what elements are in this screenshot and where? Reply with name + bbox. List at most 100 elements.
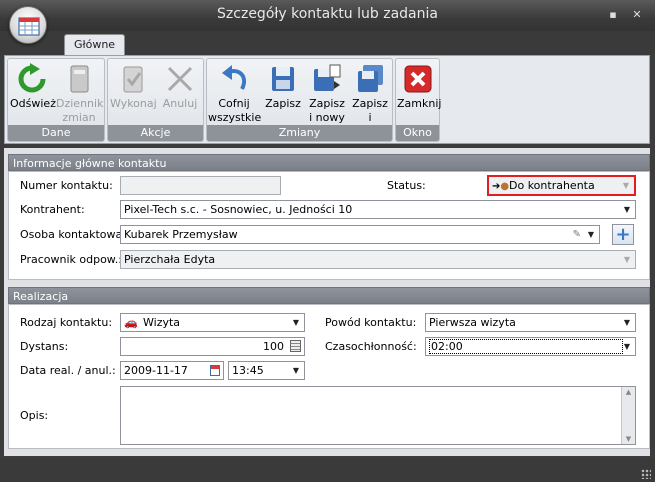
group-dane: Odśwież Dziennik zmian Dane xyxy=(7,58,105,142)
window-title: Szczegóły kontaktu lub zadania xyxy=(217,6,438,22)
save-button[interactable]: Zapisz xyxy=(263,63,303,127)
resize-grip-icon[interactable] xyxy=(641,469,651,479)
save-and-new-button[interactable]: Zapisz i nowy xyxy=(306,63,348,127)
calculator-icon[interactable] xyxy=(290,340,301,352)
distance-input[interactable]: 100 xyxy=(120,337,305,356)
save-and-new-label-2: i nowy xyxy=(309,111,345,124)
employee-value: Pierzchała Edyta xyxy=(124,253,216,266)
undo-all-label-2: wszystkie xyxy=(208,111,262,124)
group-akcje-label: Akcje xyxy=(108,125,203,141)
cross-icon xyxy=(167,66,193,92)
duration-label: Czasochłonność: xyxy=(325,340,417,353)
status-label: Status: xyxy=(387,179,426,192)
calendar-icon[interactable] xyxy=(210,365,220,376)
chevron-down-icon: ▼ xyxy=(292,318,300,327)
chevron-down-icon: ▼ xyxy=(623,318,631,327)
form-area: Informacje główne kontaktu Numer kontakt… xyxy=(4,148,650,456)
group-zmiany: Cofnij wszystkie Zapisz Zapisz i nowy Za… xyxy=(206,58,393,142)
realizacja-panel: Rodzaj kontaktu: 🚗 Wizyta ▼ Powód kontak… xyxy=(8,304,650,449)
info-panel: Numer kontaktu: Status: ➔● Do kontrahent… xyxy=(8,171,650,280)
group-dane-label: Dane xyxy=(8,125,104,141)
group-zmiany-label: Zmiany xyxy=(207,125,392,141)
floppy-icon xyxy=(272,67,294,91)
realizacja-panel-header: Realizacja xyxy=(8,287,650,304)
distance-value: 100 xyxy=(263,340,284,353)
clipboard-check-icon xyxy=(123,66,143,93)
contact-reason-label: Powód kontaktu: xyxy=(325,316,417,329)
undo-icon xyxy=(222,65,247,90)
contractor-value: Pixel-Tech s.c. - Sosnowiec, u. Jedności… xyxy=(124,203,353,216)
employee-label: Pracownik odpow.: xyxy=(20,253,122,266)
contact-person-select[interactable]: Kubarek Przemysław ✎ ▼ xyxy=(120,225,600,244)
description-label: Opis: xyxy=(20,409,49,422)
chevron-down-icon: ▼ xyxy=(587,230,595,239)
contact-number-label: Numer kontaktu: xyxy=(20,179,113,192)
eraser-icon[interactable]: ✎ xyxy=(573,226,581,243)
person-arrow-icon: ➔● xyxy=(492,181,510,192)
save-label: Zapisz xyxy=(265,97,301,110)
group-okno-label: Okno xyxy=(396,125,439,141)
execute-button[interactable]: Wykonaj xyxy=(110,63,157,127)
close-label: Zamknij xyxy=(397,97,442,110)
refresh-button[interactable]: Odśwież xyxy=(10,63,56,127)
contact-person-value: Kubarek Przemysław xyxy=(124,228,238,241)
duration-value: 02:00 xyxy=(429,339,623,354)
journal-icon xyxy=(70,65,89,93)
save-and-new-label-1: Zapisz xyxy=(309,97,345,110)
status-value: Do kontrahenta xyxy=(509,179,595,192)
employee-select[interactable]: Pierzchała Edyta ▼ xyxy=(120,250,636,269)
contact-reason-value: Pierwsza wizyta xyxy=(429,316,516,329)
group-okno: Zamknij Okno xyxy=(395,58,442,142)
floppy-stack-icon xyxy=(358,65,383,92)
change-log-label-1: Dziennik xyxy=(56,97,104,110)
ribbon: Odśwież Dziennik zmian Dane Wykonaj Anul… xyxy=(4,55,650,144)
undo-all-label-1: Cofnij xyxy=(218,97,250,110)
plus-icon: + xyxy=(615,224,631,245)
contractor-label: Kontrahent: xyxy=(20,203,85,216)
contact-number-field[interactable] xyxy=(120,176,281,195)
status-bar xyxy=(0,458,655,482)
change-log-label-2: zmian xyxy=(62,111,96,124)
distance-label: Dystans: xyxy=(20,340,69,353)
close-window-button[interactable]: ✕ xyxy=(630,9,644,21)
cancel-label: Anuluj xyxy=(162,97,198,110)
scroll-up-icon[interactable]: ▲ xyxy=(622,387,635,397)
chevron-down-icon: ▼ xyxy=(623,342,631,351)
duration-select[interactable]: 02:00 ▼ xyxy=(425,337,636,356)
contact-type-select[interactable]: 🚗 Wizyta ▼ xyxy=(120,313,305,332)
date-value: 2009-11-17 xyxy=(124,364,188,377)
date-input[interactable]: 2009-11-17 xyxy=(120,361,224,380)
chevron-down-icon: ▼ xyxy=(623,205,631,214)
status-select[interactable]: ➔● Do kontrahenta ▼ xyxy=(487,175,636,196)
info-panel-header: Informacje główne kontaktu xyxy=(8,154,650,171)
ribbon-tabstrip: Główne xyxy=(0,31,655,55)
chevron-down-icon: ▼ xyxy=(292,366,300,375)
time-value: 13:45 xyxy=(232,364,264,377)
date-label: Data real. / anul.: xyxy=(20,364,116,377)
floppy-new-icon xyxy=(314,64,341,91)
contact-person-label: Osoba kontaktowa: xyxy=(20,228,126,241)
minimize-button[interactable]: ▪ xyxy=(606,9,620,21)
change-log-button[interactable]: Dziennik zmian xyxy=(56,63,104,127)
app-menu-button[interactable] xyxy=(9,6,47,44)
undo-all-button[interactable]: Cofnij wszystkie xyxy=(208,63,262,127)
title-bar: Szczegóły kontaktu lub zadania ▪ ✕ xyxy=(0,0,655,31)
calendar-icon xyxy=(18,17,40,36)
tab-glowne[interactable]: Główne xyxy=(64,34,125,55)
contact-reason-select[interactable]: Pierwsza wizyta ▼ xyxy=(425,313,636,332)
contact-type-value: Wizyta xyxy=(143,316,181,329)
save-and-close-label-1: Zapisz i xyxy=(352,97,388,124)
close-button[interactable]: Zamknij xyxy=(397,63,442,127)
save-and-close-button[interactable]: Zapisz i zamknij xyxy=(349,63,392,138)
add-contact-person-button[interactable]: + xyxy=(612,224,634,245)
time-select[interactable]: 13:45 ▼ xyxy=(228,361,305,380)
contractor-select[interactable]: Pixel-Tech s.c. - Sosnowiec, u. Jedności… xyxy=(120,200,636,219)
description-textarea[interactable]: ▲ ▼ xyxy=(120,386,636,445)
car-icon: 🚗 xyxy=(124,316,138,329)
description-scrollbar[interactable]: ▲ ▼ xyxy=(621,387,635,444)
scroll-down-icon[interactable]: ▼ xyxy=(622,434,635,444)
cancel-button[interactable]: Anuluj xyxy=(158,63,202,127)
contact-type-label: Rodzaj kontaktu: xyxy=(20,316,113,329)
refresh-label: Odśwież xyxy=(10,97,56,110)
execute-label: Wykonaj xyxy=(110,97,157,110)
